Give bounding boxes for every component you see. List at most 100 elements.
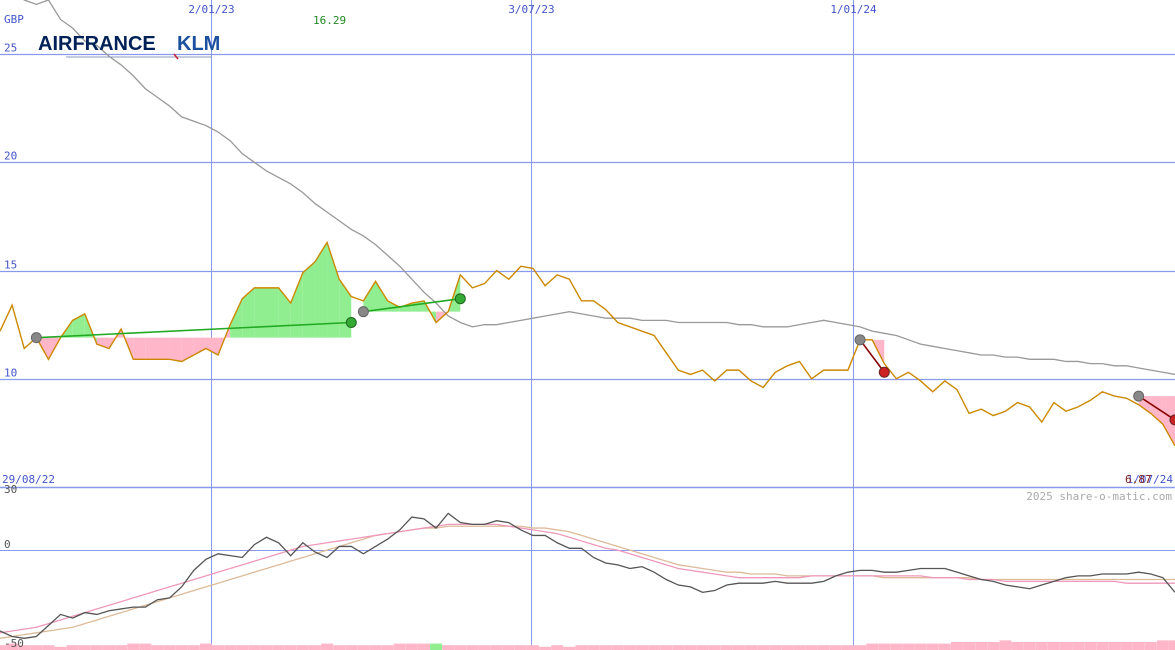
y-tick-label: 25 (4, 42, 17, 55)
volume-bar (454, 645, 467, 650)
volume-bar (720, 645, 733, 650)
volume-bar (1132, 642, 1145, 650)
volume-bar (103, 645, 116, 650)
trade-exit-marker (454, 293, 466, 305)
copyright-label: 2025 share-o-matic.com (1026, 490, 1172, 503)
volume-bar (781, 645, 794, 650)
volume-bar (963, 642, 976, 650)
volume-bar (175, 645, 188, 650)
volume-bar (296, 645, 309, 650)
volume-bar (405, 643, 418, 650)
volume-bar (127, 643, 140, 650)
volume-bar (696, 645, 709, 650)
trade-fill-segment (266, 287, 279, 338)
volume-bar (272, 645, 285, 650)
volume-bar (1169, 640, 1175, 650)
volume-bar (854, 645, 867, 650)
volume-bar (987, 642, 1000, 650)
volume-bar (260, 645, 273, 650)
osc-average-line (0, 523, 1175, 634)
x-tick-label: 2/01/23 (188, 3, 234, 16)
volume-bar (139, 643, 152, 650)
volume-bar (866, 643, 879, 650)
volume-bar (78, 645, 91, 650)
volume-bar (793, 645, 806, 650)
volume-bar (708, 645, 721, 650)
trade-fill-segment (169, 337, 182, 362)
trade-fill-segment (157, 337, 170, 360)
volume-bar (1011, 642, 1024, 650)
price-chart: 101520252/01/23 3/07/23 1/01/24300-50GBP 16… (0, 0, 1175, 650)
volume-bar (878, 643, 891, 650)
volume-bar (1035, 642, 1048, 650)
volume-bar (357, 645, 370, 650)
volume-bar (115, 645, 128, 650)
volume-bar (1156, 640, 1169, 650)
osc-tick-label: 0 (4, 538, 11, 551)
volume-bar (478, 645, 491, 650)
logo-suffix: KLM (177, 33, 220, 55)
volume-bar (1108, 642, 1121, 650)
volume-bar (381, 645, 394, 650)
volume-bar (1072, 642, 1085, 650)
volume-bar (575, 645, 588, 650)
volume-bar (224, 645, 237, 650)
volume-bar (1144, 642, 1157, 650)
volume-bar (1047, 642, 1060, 650)
volume-bar (841, 645, 854, 650)
volume-bar (345, 645, 358, 650)
volume-bar (66, 645, 79, 650)
volume-bar (212, 645, 225, 650)
trade-entry-marker (854, 334, 866, 346)
trade-fill-segment (375, 281, 388, 312)
trade-fill-segment (290, 272, 303, 338)
trade-fill-segment (145, 337, 158, 360)
volume-bar (999, 640, 1012, 650)
volume-bar (30, 645, 43, 650)
x-tick-label: 3/07/23 (508, 3, 554, 16)
volume-bar (442, 645, 455, 650)
trade-exit-marker (345, 317, 357, 329)
volume-bar (817, 645, 830, 650)
trade-fill-segment (133, 337, 146, 360)
trade-fill-segment (254, 287, 267, 338)
volume-bar (648, 645, 661, 650)
osc-main-line (0, 512, 1175, 639)
volume-bar (926, 643, 939, 650)
volume-bar (333, 645, 346, 650)
volume-bar (514, 645, 527, 650)
y-tick-label: 15 (4, 259, 17, 272)
trade-exit-marker (878, 366, 890, 378)
volume-bar (526, 645, 539, 650)
y-tick-label: 10 (4, 367, 17, 380)
volume-bar (587, 645, 600, 650)
high-value-label: 16.29 (313, 14, 346, 27)
currency-label: GBP (4, 13, 24, 26)
trade-entry-marker (357, 306, 369, 318)
volume-bar (1096, 642, 1109, 650)
volume-bar (672, 645, 685, 650)
trade-fill-segment (302, 261, 315, 338)
volume-bar (902, 643, 915, 650)
volume-bar (1023, 642, 1036, 650)
volume-bar (308, 645, 321, 650)
volume-bar (769, 645, 782, 650)
volume-bar (1084, 642, 1097, 650)
start-date-label: 29/08/22 (2, 473, 55, 486)
volume-bar (623, 645, 636, 650)
trade-layer (30, 293, 1175, 426)
volume-bar (163, 645, 176, 650)
volume-bar (950, 642, 963, 650)
volume-bar (1059, 642, 1072, 650)
osc-tick-label: -50 (4, 637, 24, 650)
x-tick-label: 1/01/24 (830, 3, 877, 16)
volume-bar (551, 645, 564, 650)
trade-entry-marker (30, 332, 42, 344)
y-tick-label: 20 (4, 150, 17, 163)
volume-bar (975, 642, 988, 650)
trade-entry-marker (1133, 390, 1145, 402)
oscillator-panel (0, 512, 1175, 650)
volume-bar (611, 645, 624, 650)
volume-bar (1120, 642, 1133, 650)
trade-fill-segment (230, 298, 243, 338)
